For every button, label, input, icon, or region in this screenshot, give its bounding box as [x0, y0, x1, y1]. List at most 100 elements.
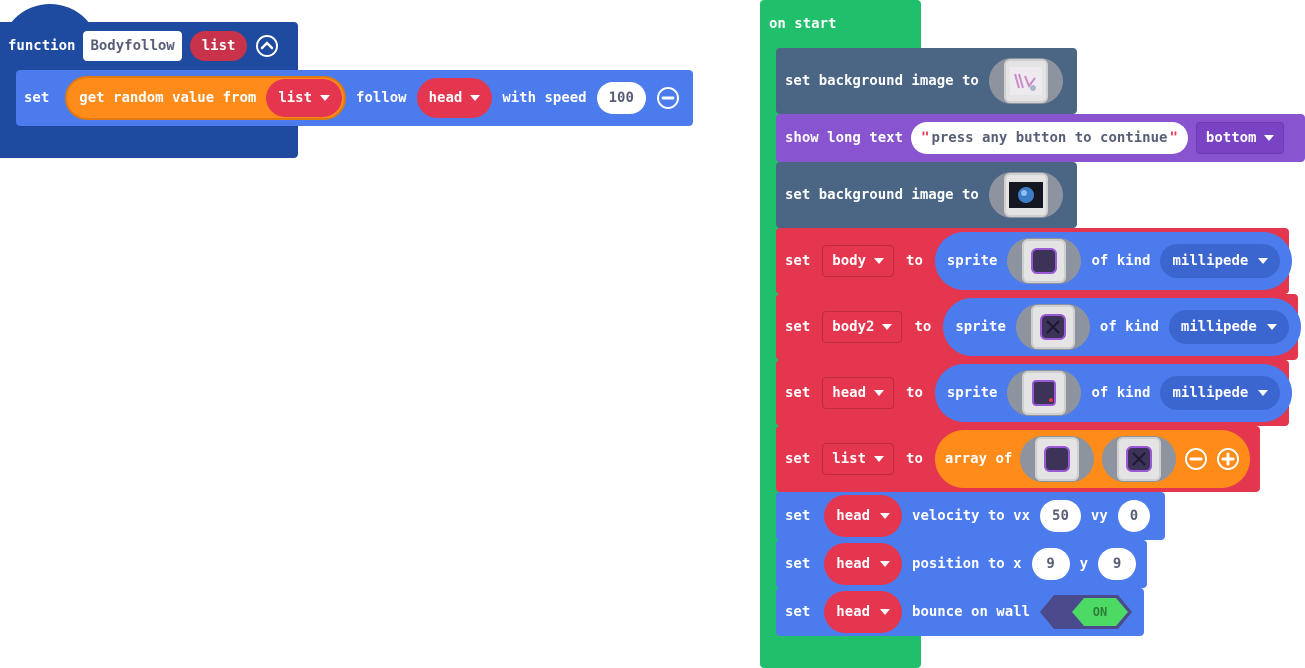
to-label-head: to — [906, 385, 923, 401]
vx-input[interactable]: 50 — [1040, 500, 1081, 532]
array-item-1-image-picker[interactable] — [1020, 436, 1095, 482]
body-variable-dropdown[interactable]: body — [822, 245, 895, 277]
y-label: y — [1079, 556, 1089, 572]
array-item-2-thumbnail — [1117, 437, 1162, 481]
on-start-label: on start — [769, 16, 837, 32]
bg-image-picker-1[interactable] — [988, 58, 1063, 104]
array-item-1-thumbnail — [1035, 437, 1080, 481]
velocity-sprite-label: head — [836, 508, 871, 524]
body-variable-label: body — [832, 253, 867, 269]
kind-dropdown-body2[interactable]: millipede — [1168, 310, 1289, 344]
text-position-dropdown[interactable]: bottom — [1195, 122, 1285, 154]
title-image-thumbnail — [1003, 59, 1048, 103]
follow-label: follow — [356, 90, 407, 106]
set-bg-label-2: set background image to — [785, 187, 979, 203]
body2-variable-dropdown[interactable]: body2 — [822, 311, 903, 343]
kind-label-head: millipede — [1172, 385, 1249, 401]
to-label-body2: to — [914, 319, 932, 335]
sprite-of-kind-block-body2[interactable]: sprite of kind millipede — [943, 298, 1301, 356]
sprite-of-kind-block-head[interactable]: sprite of kind millipede — [934, 364, 1293, 422]
chevron-down-icon — [1266, 324, 1277, 330]
position-label: position to x — [912, 556, 1022, 572]
sprite-label-head: sprite — [946, 385, 998, 401]
to-label-body: to — [906, 253, 923, 269]
function-param-list[interactable]: list — [189, 31, 248, 61]
bounce-sprite-label: head — [836, 604, 871, 620]
bg-image-picker-2[interactable] — [988, 172, 1063, 218]
chevron-down-icon — [874, 390, 885, 396]
head-variable-dropdown[interactable]: head — [822, 377, 895, 409]
space-image-thumbnail — [1003, 173, 1048, 217]
bounce-toggle[interactable]: ON — [1040, 595, 1133, 629]
set-label-list: set — [785, 451, 811, 467]
set-label-velocity: set — [785, 508, 811, 524]
get-random-label: get random value from — [79, 90, 257, 106]
chevron-down-icon — [880, 561, 891, 567]
function-footer — [0, 126, 298, 158]
of-kind-label-body: of kind — [1091, 253, 1151, 269]
chevron-down-icon — [470, 95, 481, 101]
sprite-label-body: sprite — [946, 253, 998, 269]
position-sprite-dropdown[interactable]: head — [824, 543, 903, 585]
with-speed-label: with speed — [502, 90, 587, 106]
follow-target-label: head — [428, 90, 463, 106]
chevron-down-icon — [1258, 258, 1269, 264]
list-variable-label: list — [832, 451, 867, 467]
set-label: set — [24, 90, 50, 106]
set-label-body: set — [785, 253, 811, 269]
chevron-down-icon — [874, 258, 885, 264]
kind-label-body2: millipede — [1180, 319, 1257, 335]
chevron-down-icon — [1258, 390, 1269, 396]
kind-dropdown-body[interactable]: millipede — [1160, 244, 1281, 278]
long-text-input[interactable]: " press any button to continue " — [911, 122, 1188, 154]
long-text-value: press any button to continue — [931, 130, 1168, 146]
remove-argument-icon[interactable] — [656, 86, 680, 110]
vy-input[interactable]: 0 — [1117, 500, 1151, 532]
sprite-label-body2: sprite — [955, 319, 1006, 335]
remove-item-icon[interactable] — [1184, 447, 1208, 471]
bounce-sprite-dropdown[interactable]: head — [824, 591, 903, 633]
head-sprite-thumbnail — [1022, 371, 1067, 415]
velocity-sprite-dropdown[interactable]: head — [824, 495, 903, 537]
bounce-label: bounce on wall — [912, 604, 1031, 620]
array-of-label: array of — [944, 451, 1013, 467]
add-item-icon[interactable] — [1216, 447, 1240, 471]
array-of-block[interactable]: array of — [934, 430, 1251, 488]
set-label-head: set — [785, 385, 811, 401]
chevron-down-icon — [874, 456, 885, 462]
position-sprite-label: head — [836, 556, 871, 572]
list-dropdown-label: list — [278, 90, 313, 106]
function-keyword: function — [8, 38, 76, 54]
function-name-field[interactable]: Bodyfollow — [83, 31, 182, 61]
array-item-2-image-picker[interactable] — [1102, 436, 1177, 482]
speed-input[interactable]: 100 — [596, 82, 646, 114]
text-position-label: bottom — [1205, 130, 1257, 146]
follow-target-dropdown[interactable]: head — [416, 78, 493, 118]
velocity-label: velocity to vx — [912, 508, 1031, 524]
kind-dropdown-head[interactable]: millipede — [1160, 376, 1281, 410]
list-variable-dropdown[interactable]: list — [266, 79, 343, 117]
pos-x-input[interactable]: 9 — [1031, 548, 1070, 580]
head-variable-label: head — [832, 385, 867, 401]
body2-sprite-thumbnail — [1030, 305, 1075, 349]
vy-label: vy — [1090, 508, 1108, 524]
of-kind-label-head: of kind — [1091, 385, 1151, 401]
chevron-down-icon — [320, 95, 331, 101]
head-sprite-image-picker[interactable] — [1007, 370, 1082, 416]
set-label-bounce: set — [785, 604, 811, 620]
sprite-of-kind-block-body[interactable]: sprite of kind millipede — [934, 232, 1293, 290]
body-sprite-image-picker[interactable] — [1007, 238, 1082, 284]
chevron-down-icon — [882, 324, 893, 330]
body-sprite-thumbnail — [1022, 239, 1067, 283]
get-random-value-block[interactable]: get random value from list — [65, 76, 347, 120]
collapse-icon[interactable] — [255, 34, 279, 58]
show-long-text-label: show long text — [785, 130, 904, 146]
body2-variable-label: body2 — [832, 319, 875, 335]
body2-sprite-image-picker[interactable] — [1015, 304, 1090, 350]
pos-y-input[interactable]: 9 — [1098, 548, 1137, 580]
chevron-down-icon — [880, 513, 891, 519]
of-kind-label-body2: of kind — [1099, 319, 1159, 335]
set-bg-label: set background image to — [785, 73, 979, 89]
list-variable-dropdown-start[interactable]: list — [822, 443, 895, 475]
chevron-down-icon — [880, 609, 891, 615]
